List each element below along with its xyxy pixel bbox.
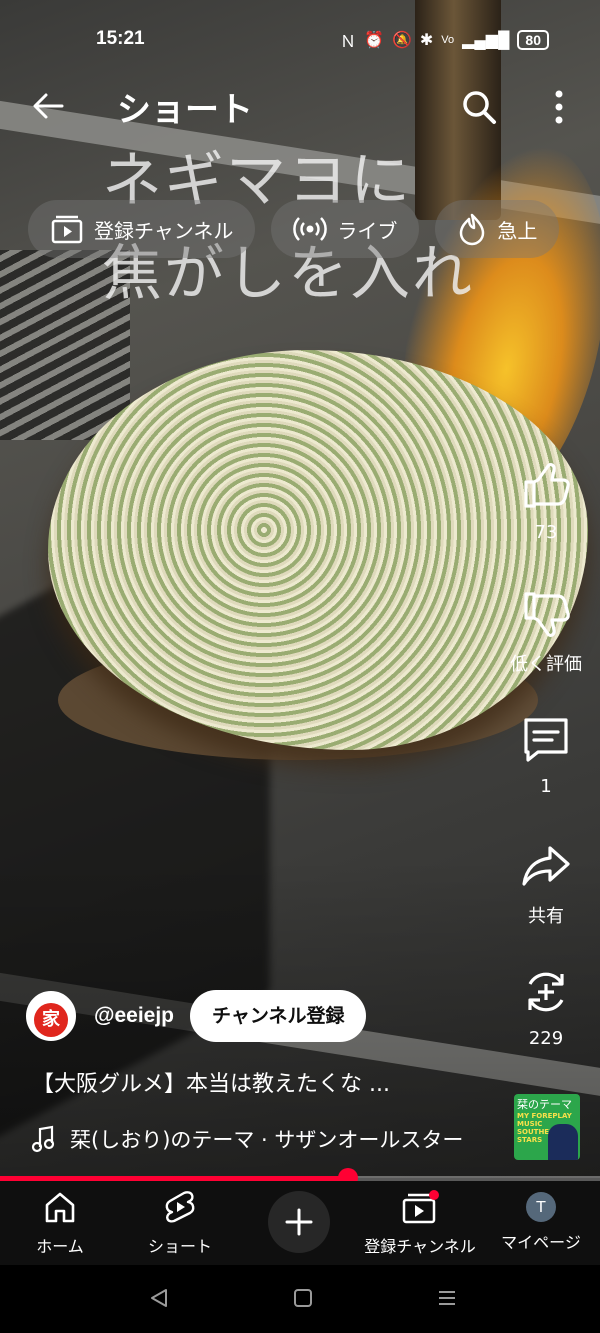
channel-avatar[interactable]: 家 (26, 991, 76, 1041)
album-art[interactable]: 栞のテーマ MY FOREPLAY MUSIC SOUTHERN ALL STA… (514, 1094, 580, 1160)
like-button[interactable]: 73 (500, 460, 592, 543)
home-icon (45, 1192, 75, 1223)
thumbs-up-icon (524, 463, 570, 508)
subscriptions-icon (402, 1190, 439, 1224)
bottom-nav: ホーム ショート 登録チャンネル T マイページ (0, 1181, 600, 1265)
share-icon (522, 846, 570, 886)
subscribe-button[interactable]: チャンネル登録 (190, 990, 367, 1042)
system-nav-bar (0, 1265, 600, 1333)
nfc-icon: Ｎ (340, 34, 357, 51)
channel-row: 家 @eeiejp チャンネル登録 (26, 990, 367, 1042)
remix-count: 229 (528, 1028, 564, 1049)
shorts-icon (165, 1191, 195, 1223)
nav-create[interactable] (268, 1191, 330, 1253)
nav-label: ショート (147, 1237, 212, 1256)
system-home-icon[interactable] (292, 1287, 314, 1309)
remix-button[interactable]: 229 (500, 966, 592, 1049)
chip-label: 急上 (497, 218, 538, 243)
chip-trending[interactable]: 急上 (435, 200, 560, 258)
alarm-icon: ⏰ (364, 32, 384, 49)
system-back-icon[interactable] (148, 1287, 170, 1309)
notification-dot (429, 1190, 439, 1200)
back-arrow-icon[interactable] (30, 88, 66, 124)
volte-icon: Vo (441, 34, 455, 46)
nav-label: マイページ (501, 1233, 581, 1252)
channel-handle[interactable]: @eeiejp (94, 1004, 174, 1028)
status-icons: Ｎ ⏰ 🔕 ✱ Vo ▂▄▆█ 80 (340, 28, 549, 52)
channel-avatar-logo: 家 (34, 1003, 68, 1037)
music-title: 栞(しおり)のテーマ · サザンオールスター (70, 1128, 464, 1152)
trending-icon (460, 213, 485, 246)
top-bar: ショート (0, 82, 600, 132)
search-icon[interactable] (460, 88, 498, 126)
album-title: 栞のテーマ (517, 1098, 572, 1111)
chip-label: ライブ (337, 218, 398, 243)
page-title: ショート (117, 91, 253, 129)
nav-home[interactable]: ホーム (30, 1189, 90, 1257)
nav-subscriptions[interactable]: 登録チャンネル (360, 1189, 480, 1257)
system-recents-icon[interactable] (436, 1287, 458, 1309)
5g-signal-icon: ▂▄▆█ (462, 32, 510, 49)
mute-icon: 🔕 (391, 32, 412, 49)
more-options-icon[interactable] (548, 88, 570, 126)
album-figure (548, 1124, 578, 1160)
chip-subscriptions[interactable]: 登録チャンネル (28, 200, 256, 258)
chip-live[interactable]: ライブ (271, 200, 420, 258)
remix-icon (528, 972, 564, 1012)
music-note-icon (31, 1125, 55, 1153)
nav-my-page[interactable]: T マイページ (496, 1189, 586, 1253)
subscriptions-icon (51, 215, 83, 244)
avatar-icon: T (526, 1192, 556, 1222)
status-bar: 15:21 Ｎ ⏰ 🔕 ✱ Vo ▂▄▆█ 80 (0, 26, 600, 56)
chip-label: 登録チャンネル (94, 218, 234, 243)
music-row[interactable]: 栞(しおり)のテーマ · サザンオールスター (30, 1124, 463, 1154)
nav-label: ホーム (36, 1237, 84, 1256)
comment-count: 1 (540, 776, 552, 797)
thumbs-down-icon (524, 592, 570, 637)
nav-label: 登録チャンネル (364, 1237, 476, 1256)
like-count: 73 (534, 522, 558, 543)
dislike-button[interactable]: 低く評価 (500, 588, 592, 676)
nav-shorts[interactable]: ショート (144, 1189, 216, 1257)
comment-icon (524, 718, 568, 762)
filter-chips: 登録チャンネル ライブ 急上 (28, 200, 560, 258)
video-title[interactable]: 【大阪グルメ】本当は教えたくな ... (32, 1066, 390, 1098)
live-icon (293, 217, 328, 241)
bluetooth-icon: ✱ (419, 32, 434, 49)
status-time: 15:21 (96, 28, 145, 49)
create-plus-icon (285, 1208, 313, 1236)
comments-button[interactable]: 1 (500, 714, 592, 797)
dislike-label: 低く評価 (510, 654, 582, 675)
share-button[interactable]: 共有 (500, 840, 592, 928)
share-label: 共有 (528, 906, 564, 927)
battery-icon: 80 (517, 30, 549, 50)
